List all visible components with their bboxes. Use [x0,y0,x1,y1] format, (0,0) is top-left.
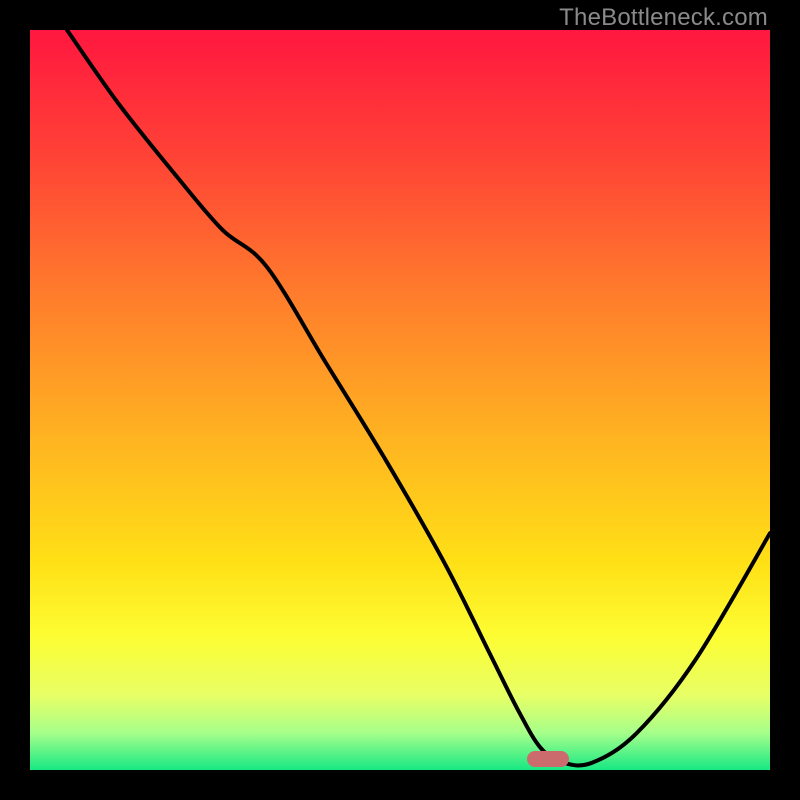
gradient-background [30,30,770,770]
optimum-marker [527,751,569,767]
watermark-text: TheBottleneck.com [559,4,768,32]
chart-frame [30,30,770,770]
